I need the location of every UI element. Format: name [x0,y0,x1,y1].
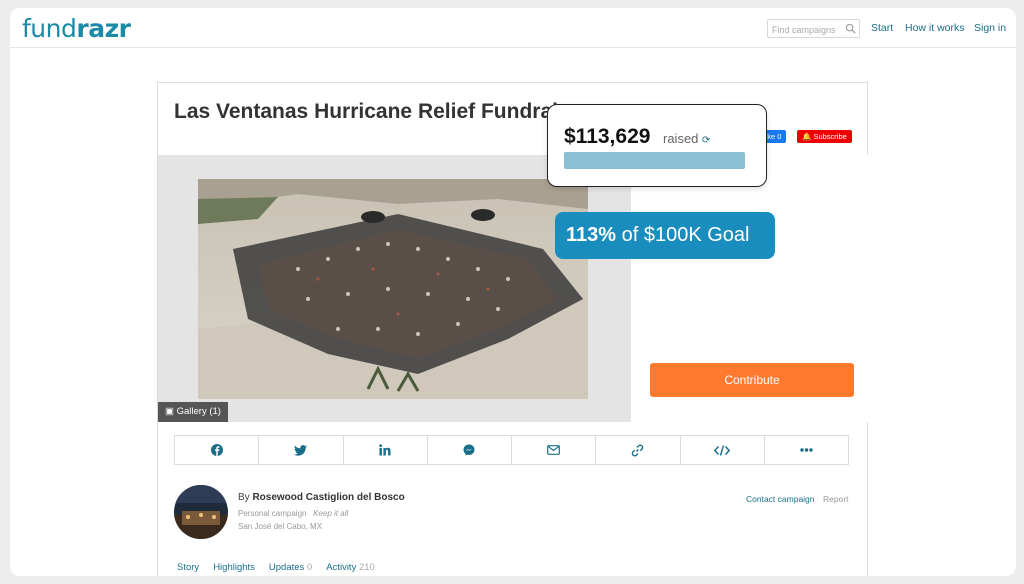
youtube-subscribe-button[interactable]: 🔔 Subscribe [797,130,852,143]
share-bar [174,435,849,465]
contribute-button[interactable]: Contribute [650,363,854,397]
email-share-button[interactable] [512,436,597,464]
tab-activity[interactable]: Activity 210 [326,562,375,573]
bell-icon: 🔔 [802,132,814,141]
more-share-button[interactable] [765,436,848,464]
twitter-icon [294,444,308,456]
copy-link-button[interactable] [596,436,681,464]
campaign-photo[interactable] [198,179,588,399]
nav-how-it-works[interactable]: How it works [905,22,965,34]
nav-start[interactable]: Start [871,22,893,34]
organizer-name[interactable]: Rosewood Castiglion del Bosco [252,492,404,503]
search-icon[interactable] [845,23,856,34]
refresh-icon[interactable]: ⟳ [702,135,710,146]
messenger-icon [463,444,475,456]
facebook-share-button[interactable] [175,436,260,464]
gallery-button[interactable]: ▣ Gallery (1) [158,402,228,422]
organizer-avatar[interactable] [174,485,228,539]
progress-bar [564,152,745,169]
campaign-type: Personal campaign Keep it all [238,509,349,518]
report-link[interactable]: Report [823,494,849,504]
goal-badge: 113% of $100K Goal [555,212,775,259]
updates-count: 0 [306,562,313,573]
linkedin-share-button[interactable] [344,436,428,464]
search-input[interactable] [768,21,844,39]
tab-highlights[interactable]: Highlights [213,562,255,573]
raised-amount-card: $113,629 raised ⟳ [547,104,767,187]
organizer-byline: By Rosewood Castiglion del Bosco [238,492,405,503]
raised-amount: $113,629 [564,125,651,148]
email-icon [547,445,561,455]
nav-sign-in[interactable]: Sign in [974,22,1006,34]
search-box [767,19,860,39]
messenger-share-button[interactable] [428,436,512,464]
campaign-location: San José del Cabo, MX [238,522,323,531]
campaign-tabs: Story Highlights Updates 0 Activity 210 [177,562,375,573]
campaign-media: ▣ Gallery (1) [158,155,631,422]
goal-percent: 113% [566,224,617,246]
image-icon: ▣ [165,406,177,417]
tab-story[interactable]: Story [177,562,199,573]
tab-updates[interactable]: Updates 0 [269,562,312,573]
twitter-share-button[interactable] [259,436,344,464]
raised-label: raised ⟳ [663,131,711,146]
fundrazr-logo[interactable]: fundrazr [22,14,131,43]
contact-campaign-link[interactable]: Contact campaign [746,494,815,504]
activity-count: 210 [358,562,375,573]
more-icon [800,448,813,452]
keep-it-all-label: Keep it all [313,509,349,518]
top-navbar: fundrazr Start How it works Sign in [10,8,1016,48]
goal-text: of $100K Goal [621,224,750,246]
embed-icon [714,444,731,456]
link-icon [632,444,644,456]
facebook-icon [210,444,223,456]
embed-button[interactable] [681,436,765,464]
browser-page: fundrazr Start How it works Sign in Las … [10,8,1016,576]
campaign-title: Las Ventanas Hurricane Relief Fundraiser [174,100,590,123]
linkedin-icon [379,444,391,456]
